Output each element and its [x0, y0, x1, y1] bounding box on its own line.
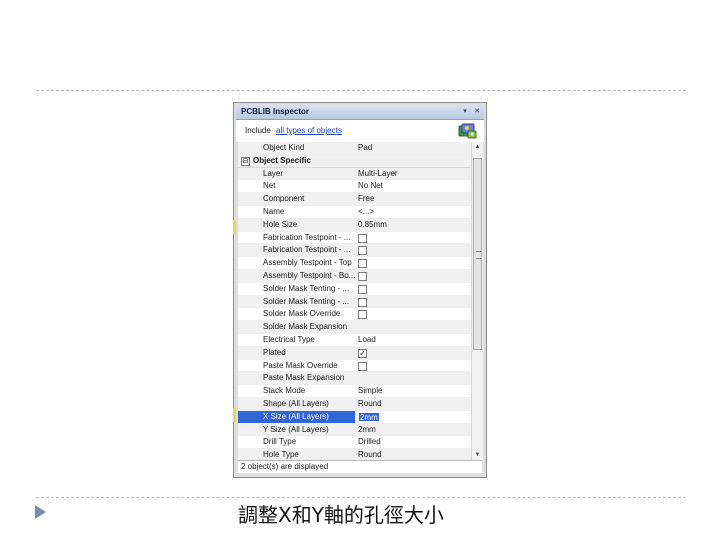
- checkbox[interactable]: [358, 246, 367, 256]
- category-row[interactable]: ⊟ Object Specific: [238, 154, 471, 168]
- filter-prefix-label: Include: [245, 126, 271, 135]
- property-name: Plated: [263, 347, 286, 357]
- checkbox[interactable]: [358, 259, 367, 269]
- property-name: Solder Mask Tenting - ...: [263, 283, 350, 293]
- property-value[interactable]: Round: [358, 449, 382, 460]
- checkbox[interactable]: [358, 233, 367, 243]
- scroll-thumb[interactable]: [473, 158, 482, 350]
- panel-menu-icon[interactable]: ▾: [460, 106, 470, 117]
- checkbox[interactable]: [358, 310, 367, 320]
- property-value[interactable]: Multi-Layer: [358, 168, 398, 181]
- property-name: Solder Mask Tenting - ...: [263, 296, 350, 306]
- property-row[interactable]: Solder Mask Expansion: [238, 321, 471, 334]
- x-size-edit-field[interactable]: 2mm: [358, 411, 380, 422]
- property-row[interactable]: Paste Mask Expansion: [238, 372, 471, 386]
- property-name: Paste Mask Override: [263, 360, 338, 370]
- property-value[interactable]: <...>: [358, 206, 374, 219]
- slide-caption: 調整X和Y軸的孔徑大小: [238, 503, 444, 527]
- property-row[interactable]: Shape (All Layers) Round: [238, 398, 471, 411]
- property-row[interactable]: Name <...>: [238, 206, 471, 219]
- property-name: Paste Mask Expansion: [263, 373, 345, 383]
- property-row[interactable]: Layer Multi-Layer: [238, 167, 471, 181]
- checked-checkbox[interactable]: ✓: [358, 348, 367, 358]
- property-row[interactable]: Assembly Testpoint - Top: [238, 257, 471, 270]
- category-label: Object Specific: [253, 155, 311, 165]
- property-row[interactable]: Stack Mode Simple: [238, 385, 471, 398]
- property-row[interactable]: Y Size (All Layers) 2mm: [238, 423, 471, 437]
- property-name: Assembly Testpoint - Top: [263, 258, 352, 268]
- property-row[interactable]: Paste Mask Override: [238, 360, 471, 373]
- property-row[interactable]: Solder Mask Override: [238, 308, 471, 322]
- property-name: Drill Type: [263, 437, 297, 447]
- checkbox[interactable]: [358, 272, 367, 281]
- property-row[interactable]: Net No Net: [238, 180, 471, 194]
- checkbox[interactable]: [358, 361, 367, 371]
- property-name: Y Size (All Layers): [263, 424, 329, 434]
- property-row[interactable]: Hole Size 0.85mm: [238, 218, 471, 232]
- scroll-down-icon[interactable]: ▼: [472, 450, 483, 460]
- property-row[interactable]: Drill Type Drilled: [238, 436, 471, 450]
- object-type-filter-link[interactable]: all types of objects: [276, 126, 342, 135]
- scroll-up-icon[interactable]: ▲: [472, 142, 483, 152]
- filter-bar: Include all types of objects: [236, 120, 484, 143]
- filter-objects-icon[interactable]: [456, 122, 478, 140]
- property-row[interactable]: Electrical Type Load: [238, 334, 471, 347]
- property-name: Shape (All Layers): [263, 399, 329, 408]
- property-value[interactable]: Free: [358, 193, 374, 206]
- collapse-icon[interactable]: ⊟: [241, 156, 250, 166]
- status-bar: 2 object(s) are displayed: [238, 460, 482, 473]
- grip-icon: [476, 251, 481, 259]
- property-name: Object Kind: [263, 143, 305, 152]
- bottom-divider: [36, 497, 686, 498]
- property-value[interactable]: No Net: [358, 180, 383, 193]
- pcblib-inspector-panel: PCBLIB Inspector ▾ ✕ Include all types o…: [233, 102, 487, 478]
- property-row[interactable]: Assembly Testpoint - Bo...: [238, 270, 471, 283]
- property-value[interactable]: Round: [358, 398, 382, 411]
- checkbox[interactable]: [358, 284, 367, 294]
- property-name: Fabrication Testpoint - ...: [263, 245, 351, 255]
- property-grid: Object Kind Pad ⊟ Object Specific Layer Multi…: [238, 142, 471, 460]
- property-value[interactable]: Load: [358, 334, 376, 347]
- panel-dock-tab[interactable]: [233, 408, 236, 422]
- property-row[interactable]: Component Free: [238, 193, 471, 206]
- property-value[interactable]: 0.85mm: [358, 219, 387, 232]
- property-name: Component: [263, 194, 305, 204]
- property-value[interactable]: Simple: [358, 385, 382, 398]
- property-row[interactable]: Solder Mask Tenting - ...: [238, 295, 471, 309]
- property-name: Fabrication Testpoint - ...: [263, 232, 351, 242]
- panel-dock-tab[interactable]: [233, 220, 236, 234]
- property-row[interactable]: Fabrication Testpoint - ...: [238, 232, 471, 245]
- panel-titlebar[interactable]: PCBLIB Inspector ▾ ✕: [236, 105, 484, 120]
- property-row[interactable]: X Size (All Layers) 2mm: [238, 410, 471, 424]
- property-row[interactable]: Solder Mask Tenting - ...: [238, 283, 471, 296]
- property-name: Net: [263, 181, 276, 191]
- property-row[interactable]: Plated ✓: [238, 346, 471, 360]
- property-name: Electrical Type: [263, 335, 315, 344]
- status-text: 2 object(s) are displayed: [241, 462, 329, 471]
- property-name: Hole Type: [263, 450, 299, 460]
- property-name: Solder Mask Expansion: [263, 322, 348, 332]
- panel-title: PCBLIB Inspector: [241, 107, 310, 116]
- vertical-scrollbar[interactable]: ▲ ▼: [471, 142, 483, 460]
- property-value[interactable]: Pad: [358, 142, 372, 155]
- close-icon[interactable]: ✕: [472, 106, 482, 117]
- property-row[interactable]: Object Kind Pad: [238, 142, 471, 155]
- checkbox[interactable]: [358, 297, 367, 307]
- property-value[interactable]: 2mm: [358, 424, 376, 437]
- property-value[interactable]: Drilled: [358, 436, 381, 449]
- property-name: Hole Size: [263, 219, 298, 229]
- property-name: Layer: [263, 168, 284, 178]
- bullet-arrow-icon: [35, 505, 46, 519]
- property-name: Assembly Testpoint - Bo...: [263, 271, 356, 280]
- property-name: Solder Mask Override: [263, 309, 341, 319]
- top-divider: [36, 90, 686, 91]
- property-name: Stack Mode: [263, 386, 306, 396]
- property-name: Name: [263, 207, 285, 216]
- property-row[interactable]: Hole Type Round: [238, 449, 471, 460]
- property-row[interactable]: Fabrication Testpoint - ...: [238, 244, 471, 258]
- property-name: X Size (All Layers): [263, 411, 329, 421]
